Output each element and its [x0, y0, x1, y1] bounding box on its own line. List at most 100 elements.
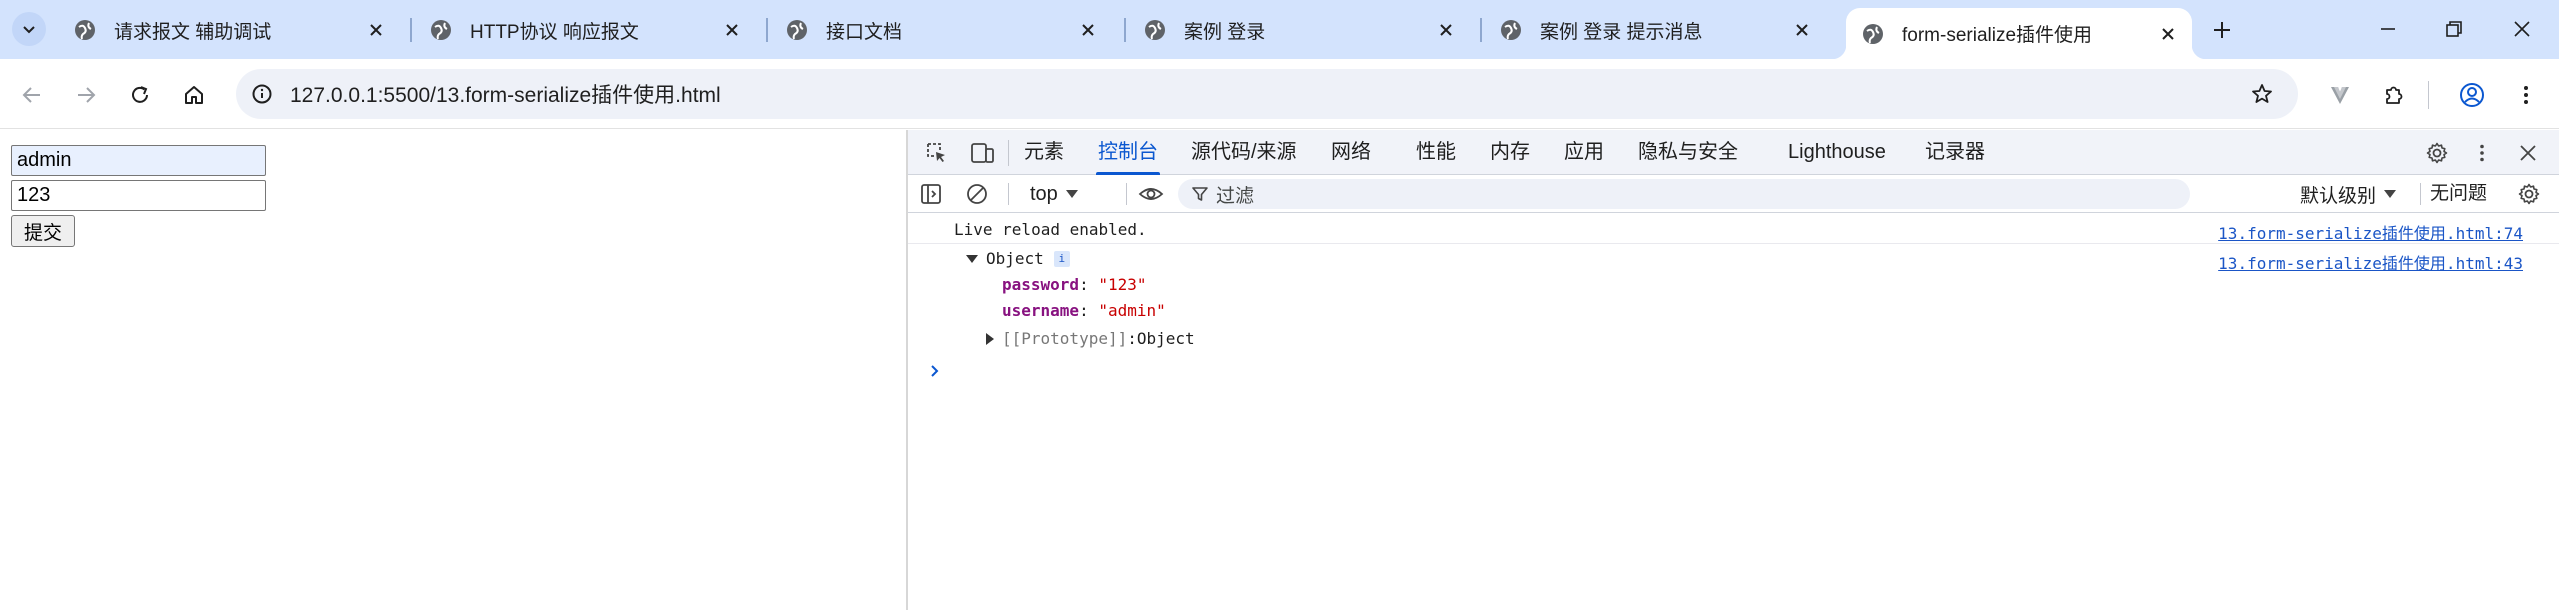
prototype-value: Object: [1136, 329, 1195, 348]
home-icon: [185, 86, 203, 104]
tab-separator: [410, 18, 412, 42]
profile-icon: [2460, 83, 2484, 107]
console-prompt-icon[interactable]: [926, 362, 944, 380]
devtools-tab-console[interactable]: 控制台: [1096, 130, 1160, 175]
plus-icon: [2214, 22, 2230, 38]
tab-login-message[interactable]: 案例 登录 提示消息: [1484, 8, 1826, 52]
devtools-tab-lighthouse[interactable]: Lighthouse: [1788, 130, 1886, 175]
devtools-tab-sources[interactable]: 源代码/来源: [1191, 130, 1297, 175]
devtools-tab-elements[interactable]: 元素: [1024, 130, 1064, 175]
password-input[interactable]: [11, 180, 266, 211]
tab-title: form-serialize插件使用: [1902, 25, 2093, 46]
new-tab-button[interactable]: [2205, 13, 2239, 47]
clear-console-button[interactable]: [960, 177, 994, 211]
console-output: Live reload enabled. 13.form-serialize插件…: [908, 214, 2559, 610]
console-source-link[interactable]: 13.form-serialize插件使用.html:74: [2218, 220, 2523, 244]
puzzle-icon: [2386, 86, 2403, 104]
minimize-button[interactable]: [2368, 10, 2408, 48]
object-property: password: "123": [1002, 275, 1147, 294]
inspect-element-button[interactable]: [920, 136, 954, 170]
close-icon[interactable]: [1074, 16, 1102, 44]
caret-down-icon: [1065, 190, 1078, 198]
close-icon[interactable]: [362, 16, 390, 44]
tab-form-serialize[interactable]: form-serialize插件使用: [1832, 8, 2206, 59]
extension-button[interactable]: [2322, 77, 2358, 113]
close-icon: [2514, 21, 2530, 37]
eye-icon: [1138, 188, 1164, 200]
window-close-button[interactable]: [2502, 10, 2542, 48]
tab-request[interactable]: 请求报文 辅助调试: [58, 8, 400, 52]
page-viewport: 提交: [0, 130, 906, 610]
tab-login-case[interactable]: 案例 登录: [1128, 8, 1470, 52]
tab-title: 请求报文 辅助调试: [114, 21, 272, 43]
expand-triangle-icon: [966, 254, 978, 263]
devtools-more-button[interactable]: [2465, 136, 2499, 170]
restore-button[interactable]: [2434, 10, 2474, 48]
browser-menu-button[interactable]: [2508, 77, 2544, 113]
property-value: "admin": [1098, 301, 1166, 320]
home-button[interactable]: [176, 77, 212, 113]
globe-icon: [1145, 20, 1165, 40]
devtools-close-button[interactable]: [2511, 136, 2545, 170]
caret-down-icon: [2384, 190, 2397, 198]
bookmark-button[interactable]: [2244, 76, 2280, 112]
gear-icon: [2518, 183, 2540, 205]
reload-icon: [132, 86, 148, 103]
info-badge[interactable]: i: [1053, 250, 1070, 267]
context-selector[interactable]: top: [1030, 178, 1078, 210]
tab-title: HTTP协议 响应报文: [470, 21, 639, 43]
prototype-expander[interactable]: [[Prototype]]: Object: [986, 329, 1195, 348]
devtools-tab-network[interactable]: 网络: [1331, 130, 1371, 175]
profile-button[interactable]: [2454, 77, 2490, 113]
back-button[interactable]: [14, 77, 50, 113]
filter-placeholder: 过滤: [1216, 185, 1255, 207]
object-property: username: "admin": [1002, 301, 1166, 320]
close-icon[interactable]: [718, 16, 746, 44]
console-source-link[interactable]: 13.form-serialize插件使用.html:43: [2218, 250, 2523, 274]
tab-title: 案例 登录 提示消息: [1540, 21, 1703, 43]
globe-icon: [75, 20, 95, 40]
reload-button[interactable]: [122, 77, 158, 113]
devtools-tab-memory[interactable]: 内存: [1490, 130, 1530, 175]
star-icon: [2252, 84, 2272, 103]
console-toolbar: top 过滤 默认级别 无问题: [908, 175, 2559, 213]
close-icon: [2520, 145, 2536, 161]
submit-button[interactable]: 提交: [11, 215, 76, 247]
console-filter-input[interactable]: 过滤: [1178, 179, 2190, 209]
tab-http-response[interactable]: HTTP协议 响应报文: [414, 8, 756, 52]
close-icon[interactable]: [2154, 20, 2182, 48]
close-icon[interactable]: [1788, 16, 1816, 44]
forward-button[interactable]: [68, 77, 104, 113]
select-element-icon: [927, 143, 945, 162]
object-label: Object: [986, 249, 1044, 268]
globe-icon: [787, 20, 807, 40]
tab-search-button[interactable]: [12, 12, 46, 46]
console-message: Live reload enabled. 13.form-serialize插件…: [908, 214, 2559, 244]
toolbar-divider: [2428, 81, 2429, 109]
username-input[interactable]: [11, 145, 266, 176]
tab-api-docs[interactable]: 接口文档: [770, 8, 1112, 52]
devtools-tab-recorder[interactable]: 记录器: [1925, 130, 1985, 175]
devtools-tab-performance[interactable]: 性能: [1416, 130, 1456, 175]
globe-icon: [1863, 23, 1883, 44]
site-info-button[interactable]: [244, 76, 280, 112]
address-bar[interactable]: 127.0.0.1:5500/13.form-serialize插件使用.htm…: [236, 69, 2298, 119]
collapse-triangle-icon: [986, 332, 994, 345]
device-toolbar-button[interactable]: [965, 136, 999, 170]
console-settings-button[interactable]: [2512, 177, 2546, 211]
issues-counter[interactable]: 无问题: [2430, 179, 2487, 209]
tab-title: 接口文档: [826, 21, 903, 43]
extensions-menu-button[interactable]: [2376, 77, 2412, 113]
property-key: username: [1002, 301, 1080, 320]
devtools-tab-application[interactable]: 应用: [1564, 130, 1604, 175]
close-icon[interactable]: [1432, 16, 1460, 44]
devtools-settings-button[interactable]: [2420, 136, 2454, 170]
devtools-divider: [1126, 183, 1127, 205]
devtools-tab-privacy-security[interactable]: 隐私与安全: [1638, 130, 1738, 175]
live-expression-button[interactable]: [1134, 177, 1168, 211]
toggle-sidebar-button[interactable]: [914, 177, 948, 211]
object-expander[interactable]: Object i: [966, 249, 1070, 268]
url-text[interactable]: 127.0.0.1:5500/13.form-serialize插件使用.htm…: [290, 79, 721, 109]
log-levels-dropdown[interactable]: 默认级别: [2300, 179, 2397, 209]
devtools-tabbar: 元素 控制台 源代码/来源 网络 性能 内存 应用 隐私与安全 Lighthou…: [908, 130, 2559, 175]
